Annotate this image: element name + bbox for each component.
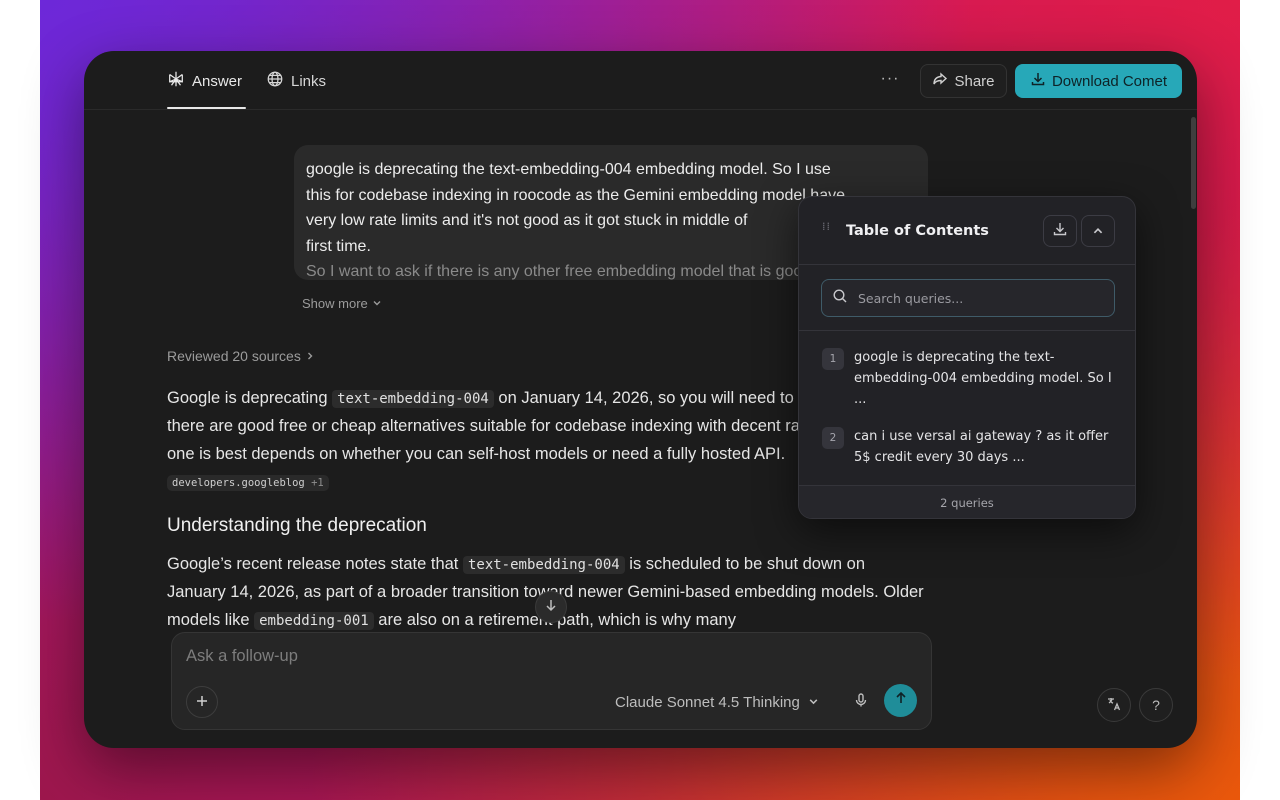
model-selector-label: Claude Sonnet 4.5 Thinking [615, 693, 800, 711]
toc-item-number: 1 [822, 348, 844, 370]
scroll-to-bottom-button[interactable] [535, 591, 567, 623]
reviewed-sources-label: Reviewed 20 sources [167, 348, 301, 364]
microphone-icon [853, 692, 869, 713]
divider [799, 330, 1135, 331]
inline-code: text-embedding-004 [462, 556, 625, 574]
tab-links[interactable]: Links [266, 63, 326, 99]
perplexity-logo-icon [167, 70, 185, 92]
query-line: google is deprecating the text-embedding… [306, 161, 831, 178]
share-icon [932, 71, 948, 91]
chevron-right-icon [305, 348, 315, 364]
arrow-down-icon [544, 598, 558, 617]
toc-item-number: 2 [822, 427, 844, 449]
submit-button[interactable] [884, 684, 917, 717]
toc-item-text: can i use versal ai gateway ? as it offe… [854, 429, 1109, 465]
translate-icon [1106, 696, 1122, 715]
toc-item[interactable]: 2 can i use versal ai gateway ? as it of… [822, 427, 1117, 468]
voice-input-button[interactable] [849, 690, 873, 714]
more-options-button[interactable]: ··· [878, 69, 902, 93]
section-heading: Understanding the deprecation [167, 515, 427, 536]
inline-code: embedding-001 [254, 611, 374, 630]
inline-code: text-embedding-004 [332, 390, 494, 408]
follow-up-composer: Claude Sonnet 4.5 Thinking [171, 632, 932, 730]
toc-collapse-button[interactable] [1081, 215, 1115, 247]
citation-badge[interactable]: developers.googleblog +1 [167, 474, 329, 491]
answer-text: Google’s recent release notes state that [167, 555, 463, 573]
tab-answer[interactable]: Answer [167, 63, 242, 99]
question-icon: ? [1152, 697, 1160, 713]
globe-icon [266, 70, 284, 92]
active-tab-indicator [167, 107, 246, 109]
toc-search-box [821, 279, 1115, 317]
toc-search-input[interactable] [858, 290, 1098, 306]
download-icon [1030, 71, 1046, 91]
arrow-up-icon [894, 691, 908, 710]
chevron-down-icon [372, 296, 382, 311]
download-comet-label: Download Comet [1051, 72, 1168, 90]
tab-answer-label: Answer [192, 72, 243, 90]
table-of-contents-panel: ⁞⁞ Table of Contents 1 google is depreca… [798, 196, 1136, 519]
search-icon [832, 288, 848, 308]
toc-title: Table of Contents [846, 223, 989, 239]
toc-download-button[interactable] [1043, 215, 1077, 247]
show-more-button[interactable]: Show more [302, 296, 382, 311]
citation-source: developers.googleblog [172, 476, 305, 489]
translate-button[interactable] [1097, 688, 1131, 722]
download-comet-button[interactable]: Download Comet [1015, 64, 1182, 98]
top-bar: Answer Links ··· Share Download Comet [84, 51, 1197, 110]
chevron-up-icon [1092, 222, 1104, 241]
toc-item[interactable]: 1 google is deprecating the text-embeddi… [822, 348, 1117, 410]
download-icon [1052, 221, 1068, 241]
follow-up-input[interactable] [186, 647, 786, 666]
share-label: Share [954, 72, 995, 90]
tab-links-label: Links [291, 72, 327, 90]
chevron-down-icon [808, 694, 819, 711]
toc-query-count: 2 queries [799, 485, 1135, 518]
show-more-label: Show more [302, 296, 368, 311]
attach-button[interactable] [186, 686, 218, 718]
toc-item-text: google is deprecating the text-embedding… [854, 350, 1112, 407]
reviewed-sources-link[interactable]: Reviewed 20 sources [167, 348, 315, 364]
citation-count: +1 [311, 476, 324, 489]
answer-text: Google is deprecating [167, 389, 333, 407]
toc-header: ⁞⁞ Table of Contents [799, 197, 1135, 265]
plus-icon [195, 692, 209, 713]
model-selector[interactable]: Claude Sonnet 4.5 Thinking [615, 689, 819, 715]
help-button[interactable]: ? [1139, 688, 1173, 722]
drag-handle-icon[interactable]: ⁞⁞ [822, 221, 831, 232]
share-button[interactable]: Share [920, 64, 1007, 98]
scrollbar-thumb[interactable] [1191, 117, 1196, 209]
